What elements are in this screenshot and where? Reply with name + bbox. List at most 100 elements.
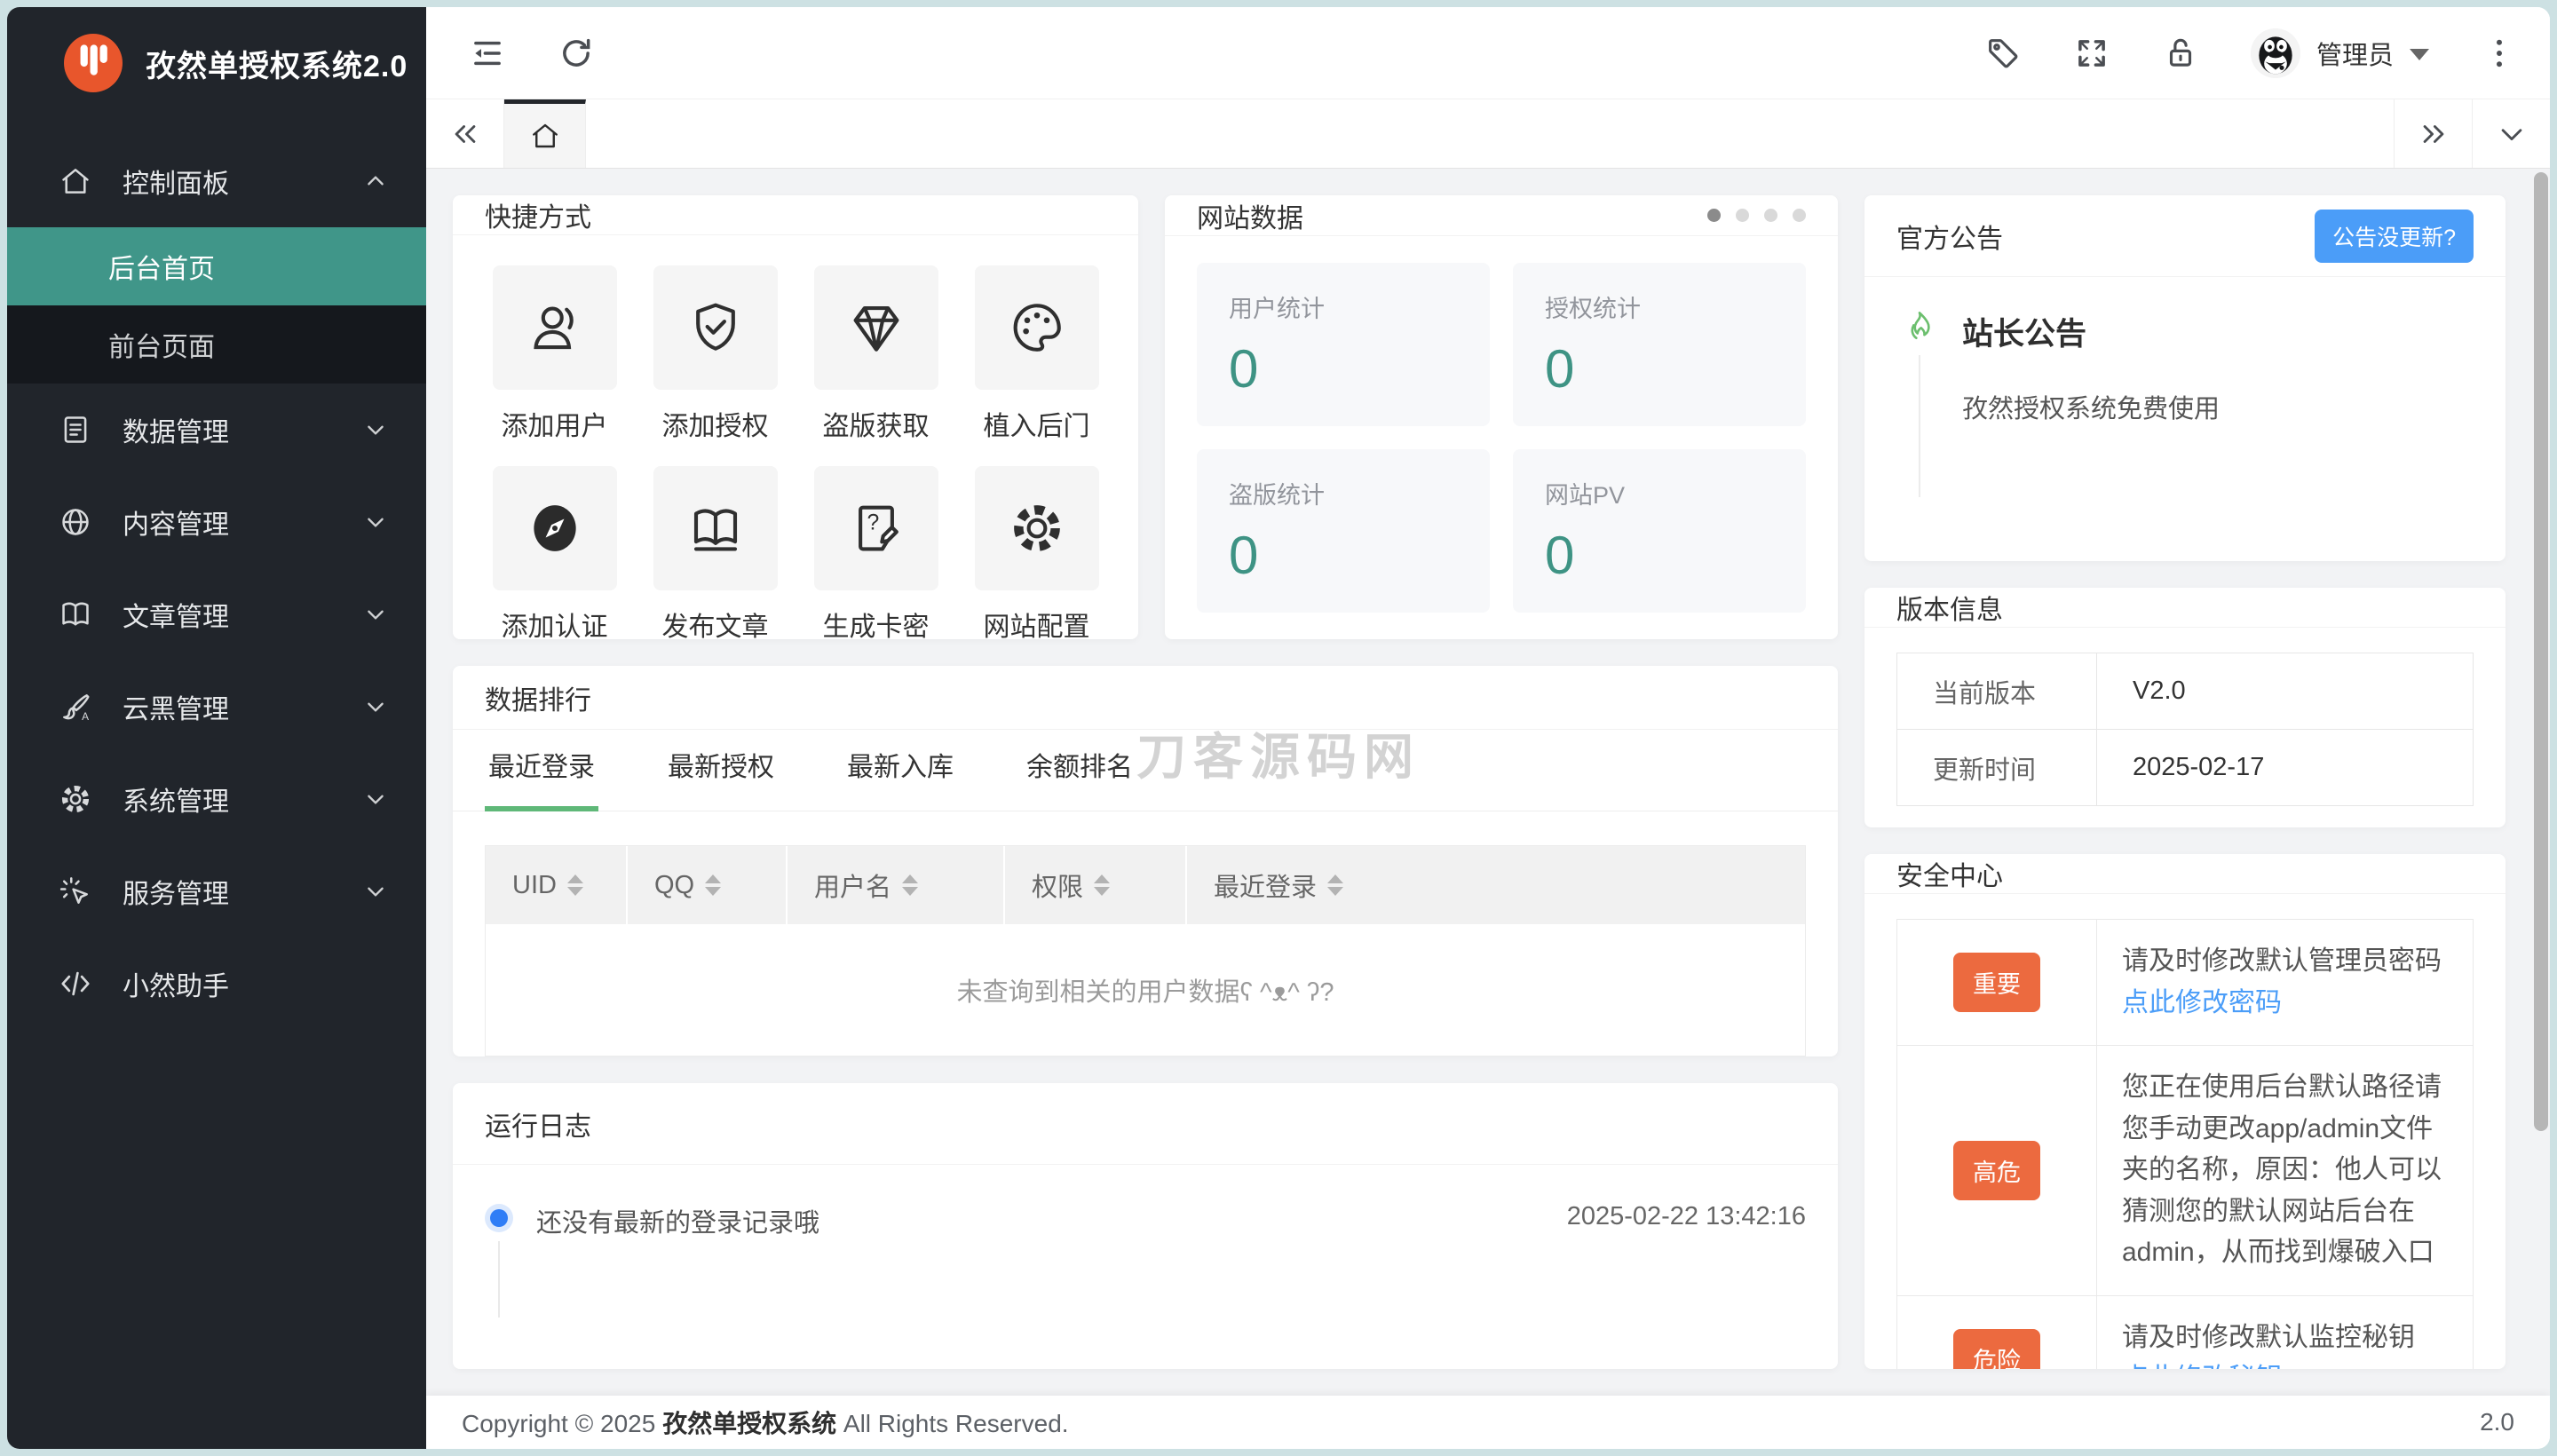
sidebar-item-service-management[interactable]: 服务管理 (7, 845, 426, 938)
chevron-down-icon (364, 787, 387, 811)
chevron-up-icon (364, 170, 387, 193)
gear-icon (59, 782, 92, 816)
scrollbar[interactable] (2534, 172, 2548, 1131)
sidebar-item-assistant[interactable]: 小然助手 (7, 938, 426, 1030)
shortcut-label: 植入后门 (984, 404, 1090, 443)
sidebar-item-label: 控制面板 (123, 162, 364, 201)
sidebar-item-data-management[interactable]: 数据管理 (7, 384, 426, 476)
dropdown-caret-icon (2410, 49, 2429, 60)
tab-recent-login[interactable]: 最近登录 (485, 722, 598, 811)
shortcut-site-config[interactable]: 网站配置 (974, 466, 1099, 639)
app-title: 孜然单授权系统2.0 (146, 42, 408, 85)
topbar: 管理员 (426, 7, 2550, 99)
data-ranking-card: 数据排行 最近登录 最新授权 最新入库 余额排名 UID QQ 用户名 (453, 666, 1838, 1056)
footer: Copyright © 2025 孜然单授权系统 All Rights Rese… (426, 1396, 2550, 1449)
sort-icon[interactable] (567, 874, 583, 896)
sidebar-item-frontend-page[interactable]: 前台页面 (7, 305, 426, 384)
sidebar-item-system-management[interactable]: 系统管理 (7, 753, 426, 845)
stat-user-count: 用户统计 0 (1197, 263, 1490, 426)
shortcut-generate-card-key[interactable]: ? 生成卡密 (813, 466, 938, 639)
run-log-card: 运行日志 还没有最新的登录记录哦 2025-02-22 13:42:16 (453, 1083, 1838, 1369)
carousel-dot[interactable] (1793, 209, 1806, 222)
sidebar-item-control-panel[interactable]: 控制面板 (7, 135, 426, 227)
carousel-dot[interactable] (1764, 209, 1777, 222)
tab-latest-storage[interactable]: 最新入库 (843, 722, 957, 811)
announcement-rail-line (1919, 355, 1920, 497)
sort-icon[interactable] (705, 874, 721, 896)
column-header: 权限 (1032, 866, 1083, 904)
chevron-down-icon (364, 418, 387, 441)
shortcut-piracy-fetch[interactable]: 盗版获取 (813, 265, 938, 443)
sidebar-item-cloud-blacklist[interactable]: A 云黑管理 (7, 661, 426, 753)
more-menu-icon[interactable] (2481, 35, 2518, 72)
fullscreen-icon[interactable] (2073, 35, 2110, 72)
column-header: UID (512, 871, 557, 900)
security-table: 重要 请及时修改默认管理员密码 点此修改密码 高危 您正在使用后台默认路径请您手… (1896, 919, 2474, 1369)
logo-icon (64, 34, 123, 92)
announcement-post-title: 站长公告 (1962, 309, 2220, 354)
shortcut-publish-article[interactable]: 发布文章 (653, 466, 778, 639)
column-header: 用户名 (814, 866, 891, 904)
official-announcement-card: 官方公告 公告没更新? 站长公告 (1864, 195, 2506, 561)
code-icon (59, 967, 92, 1001)
brush-icon: A (59, 690, 92, 724)
sidebar-item-article-management[interactable]: 文章管理 (7, 568, 426, 661)
refresh-icon[interactable] (558, 35, 595, 72)
table-header-row: UID QQ 用户名 权限 最近登录 (486, 846, 1805, 924)
add-user-icon (526, 298, 584, 357)
version-info-card: 版本信息 当前版本 V2.0 更新时间 2025-02-17 (1864, 588, 2506, 827)
shield-check-icon (686, 298, 745, 357)
user-menu[interactable]: 管理员 (2251, 28, 2429, 78)
shortcuts-card: 快捷方式 添加用户 添加授权 (453, 195, 1138, 639)
tab-latest-license[interactable]: 最新授权 (664, 722, 778, 811)
stat-label: 盗版统计 (1229, 476, 1458, 510)
tab-balance-ranking[interactable]: 余额排名 (1023, 722, 1136, 811)
sort-icon[interactable] (902, 874, 918, 896)
shortcut-add-license[interactable]: 添加授权 (653, 265, 778, 443)
book-icon (59, 597, 92, 631)
tabbar-spacer (586, 99, 2394, 168)
click-cursor-icon (59, 874, 92, 908)
sidebar-item-label: 文章管理 (123, 595, 364, 634)
card-title: 安全中心 (1896, 854, 2003, 893)
sort-icon[interactable] (1327, 874, 1343, 896)
app-window: 孜然单授权系统2.0 控制面板 后台首页 前台页面 数据管理 (7, 7, 2550, 1449)
carousel-dot[interactable] (1736, 209, 1749, 222)
sidebar-menu: 控制面板 后台首页 前台页面 数据管理 (7, 119, 426, 1449)
collapse-sidebar-icon[interactable] (469, 35, 506, 72)
sidebar-item-label: 系统管理 (123, 779, 364, 819)
tab-home[interactable] (504, 99, 586, 168)
log-entry: 还没有最新的登录记录哦 2025-02-22 13:42:16 (485, 1202, 1806, 1239)
sort-icon[interactable] (1094, 874, 1110, 896)
shortcut-add-cert[interactable]: 添加认证 (492, 466, 617, 639)
tabs-scroll-right-button[interactable] (2394, 99, 2472, 168)
shortcut-implant-backdoor[interactable]: 植入后门 (974, 265, 1099, 443)
card-title: 运行日志 (485, 1104, 591, 1143)
tag-icon[interactable] (1984, 35, 2022, 72)
chevron-down-icon (364, 880, 387, 903)
severity-badge: 重要 (1953, 953, 2040, 1012)
sidebar-item-content-management[interactable]: 内容管理 (7, 476, 426, 568)
announcement-not-updated-button[interactable]: 公告没更新? (2315, 210, 2474, 263)
sidebar: 孜然单授权系统2.0 控制面板 后台首页 前台页面 数据管理 (7, 7, 426, 1449)
security-text: 请及时修改默认管理员密码 (2122, 946, 2442, 976)
shortcut-add-user[interactable]: 添加用户 (492, 265, 617, 443)
lock-icon[interactable] (2162, 35, 2199, 72)
stat-value: 0 (1229, 525, 1458, 586)
tabs-scroll-left-button[interactable] (426, 99, 504, 168)
security-center-card: 安全中心 重要 请及时修改默认管理员密码 点此修改密码 高危 您正在使用后台默认… (1864, 854, 2506, 1369)
stats-grid: 用户统计 0 授权统计 0 盗版统计 0 (1165, 236, 1838, 639)
change-password-link[interactable]: 点此修改密码 (2122, 988, 2282, 1017)
card-title: 网站数据 (1197, 196, 1303, 235)
column-header: 最近登录 (1214, 866, 1317, 904)
sidebar-item-backend-home[interactable]: 后台首页 (7, 227, 426, 305)
table-row: 重要 请及时修改默认管理员密码 点此修改密码 (1897, 920, 2474, 1046)
copyright-text: Copyright © 2025 孜然单授权系统 All Rights Rese… (462, 1405, 1069, 1440)
carousel-dot[interactable] (1707, 209, 1721, 222)
tabs-menu-button[interactable] (2472, 99, 2550, 168)
stat-value: 0 (1545, 525, 1774, 586)
card-title: 版本信息 (1896, 588, 2003, 627)
change-secret-link[interactable]: 点此修改秘钥 (2122, 1364, 2282, 1369)
admin-label: 管理员 (2316, 35, 2394, 72)
tabbar (426, 99, 2550, 169)
